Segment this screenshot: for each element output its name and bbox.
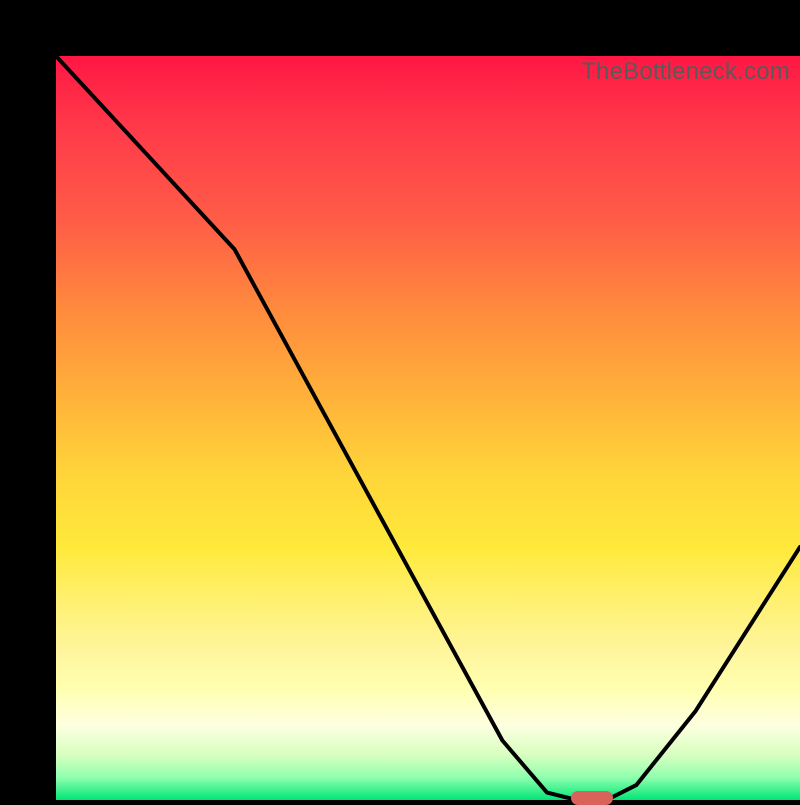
bottleneck-curve <box>56 56 800 800</box>
chart-frame: TheBottleneck.com <box>0 0 800 800</box>
optimum-marker <box>571 791 613 805</box>
chart-plot-area: TheBottleneck.com <box>56 56 800 800</box>
watermark-text: TheBottleneck.com <box>581 58 790 86</box>
curve-path <box>56 56 800 800</box>
